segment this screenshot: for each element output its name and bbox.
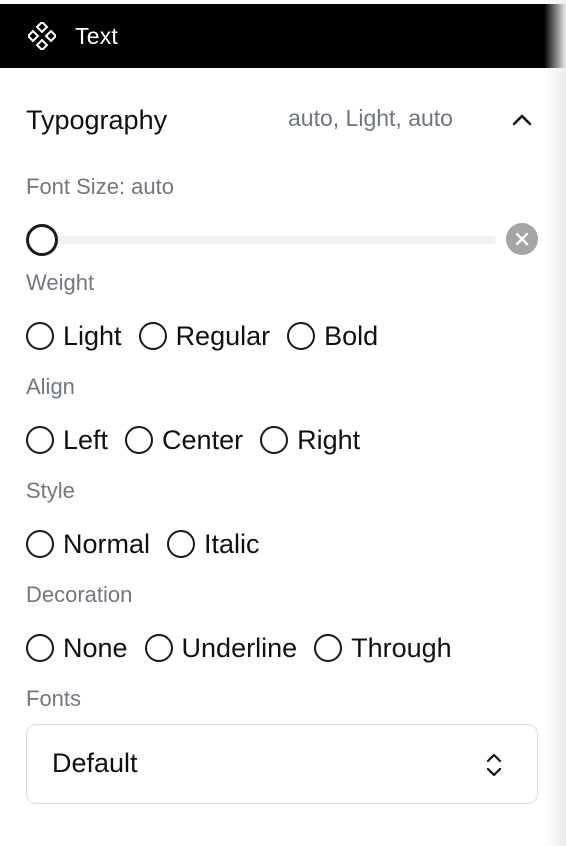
typography-section-header[interactable]: Typography auto, Light, auto: [26, 100, 536, 140]
chevron-up-icon[interactable]: [509, 108, 535, 132]
align-label: Align: [26, 374, 75, 399]
updown-chevron-icon: [485, 751, 503, 779]
radio-circle[interactable]: [138, 322, 167, 350]
radio-label: Through: [351, 632, 452, 663]
style-option-italic[interactable]: Italic: [167, 529, 260, 560]
panel-title: Text: [75, 22, 118, 49]
radio-circle[interactable]: [26, 634, 54, 662]
weight-label: Weight: [26, 270, 95, 295]
align-option-right[interactable]: Right: [260, 425, 360, 456]
radio-circle[interactable]: [26, 322, 54, 350]
style-radio-group: Normal Italic: [26, 526, 277, 562]
font-size-slider[interactable]: [26, 222, 538, 258]
radio-circle[interactable]: [125, 426, 154, 454]
radio-label: Center: [162, 424, 244, 455]
radio-label: Left: [63, 424, 109, 455]
radio-circle[interactable]: [314, 634, 343, 662]
decoration-option-underline[interactable]: Underline: [144, 632, 298, 664]
radio-label: None: [63, 632, 128, 663]
slider-track[interactable]: [42, 236, 496, 244]
decoration-radio-group: None Underline Through: [26, 630, 469, 666]
radio-label: Regular: [175, 320, 271, 351]
style-label: Style: [26, 478, 75, 503]
radio-circle[interactable]: [260, 426, 289, 454]
weight-option-regular[interactable]: Regular: [138, 320, 271, 352]
font-size-label: Font Size: auto: [26, 174, 174, 199]
style-option-normal[interactable]: Normal: [26, 529, 150, 560]
clear-x-icon[interactable]: [506, 223, 538, 255]
radio-label: Bold: [324, 320, 379, 351]
radio-label: Light: [63, 320, 122, 351]
radio-circle[interactable]: [26, 530, 54, 558]
radio-label: Right: [297, 424, 361, 455]
section-title: Typography: [26, 104, 168, 135]
radio-label: Italic: [204, 528, 260, 559]
weight-radio-group: Light Regular Bold: [26, 318, 395, 354]
component-diamond-icon: [26, 20, 58, 52]
radio-label: Normal: [63, 528, 151, 559]
align-option-left[interactable]: Left: [26, 425, 108, 456]
weight-option-bold[interactable]: Bold: [287, 321, 378, 352]
radio-circle[interactable]: [144, 634, 173, 662]
panel-header: Text: [0, 4, 566, 68]
fonts-select-value: Default: [52, 748, 138, 778]
radio-label: Underline: [181, 632, 298, 663]
radio-circle[interactable]: [167, 530, 196, 558]
align-radio-group: Left Center Right: [26, 422, 377, 458]
radio-circle[interactable]: [287, 322, 316, 350]
section-summary: auto, Light, auto: [288, 105, 453, 131]
text-settings-panel: Text Typography auto, Light, auto Font S…: [0, 0, 566, 846]
decoration-option-none[interactable]: None: [26, 633, 128, 664]
radio-circle[interactable]: [26, 426, 54, 454]
weight-option-light[interactable]: Light: [26, 321, 122, 352]
slider-thumb[interactable]: [26, 224, 58, 256]
fonts-label: Fonts: [26, 686, 82, 711]
decoration-option-through[interactable]: Through: [314, 633, 452, 664]
align-option-center[interactable]: Center: [125, 425, 243, 456]
decoration-label: Decoration: [26, 582, 133, 607]
fonts-select[interactable]: Default: [26, 724, 538, 804]
